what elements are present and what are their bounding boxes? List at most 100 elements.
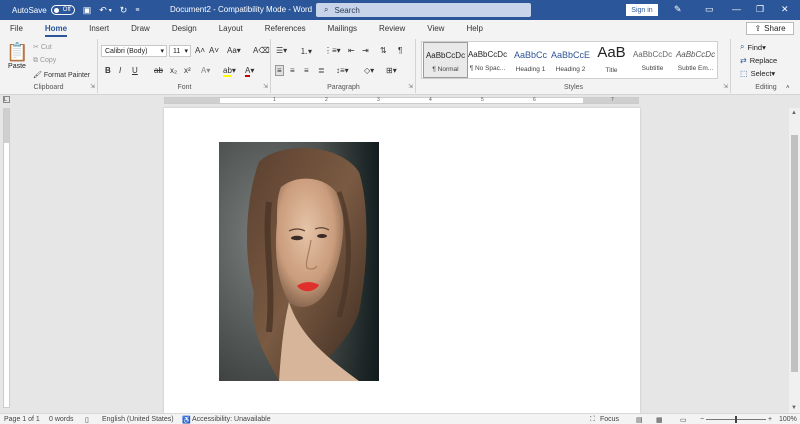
- horizontal-ruler[interactable]: 1 2 3 4 5 6 7: [164, 97, 639, 104]
- superscript-button[interactable]: x²: [184, 66, 191, 75]
- font-launcher-icon[interactable]: ⇲: [263, 83, 268, 90]
- styles-launcher-icon[interactable]: ⇲: [723, 83, 728, 90]
- style-subtitle[interactable]: AaBbCcDc Subtitle: [630, 42, 675, 78]
- cut-button[interactable]: ✂ Cut: [33, 43, 52, 51]
- redo-icon[interactable]: ↻: [120, 5, 128, 16]
- pen-icon[interactable]: ✎: [674, 4, 682, 15]
- decrease-indent-icon[interactable]: ⇤: [348, 46, 355, 55]
- tab-references[interactable]: References: [265, 24, 306, 33]
- align-center-icon[interactable]: ≡: [290, 66, 295, 75]
- share-button[interactable]: ⇪ Share: [746, 22, 794, 35]
- style-name: Subtle Em...: [677, 65, 714, 72]
- tab-design[interactable]: Design: [172, 24, 197, 33]
- justify-icon[interactable]: ≣: [318, 66, 325, 75]
- font-color-icon[interactable]: A▾: [245, 66, 254, 77]
- styles-gallery: AaBbCcDc ¶ Normal AaBbCcDc ¶ No Spac... …: [421, 41, 718, 79]
- strikethrough-button[interactable]: ab: [154, 66, 163, 75]
- style-heading-1[interactable]: AaBbCc Heading 1: [508, 42, 553, 78]
- paragraph-launcher-icon[interactable]: ⇲: [408, 83, 413, 90]
- bold-button[interactable]: B: [105, 66, 111, 75]
- undo-dropdown-icon[interactable]: ▾: [109, 7, 112, 14]
- sign-in-button[interactable]: Sign in: [626, 4, 658, 16]
- copy-button[interactable]: ⧉ Copy: [33, 57, 56, 65]
- document-page[interactable]: [164, 108, 640, 413]
- find-button[interactable]: ⌕ Find ▾: [740, 42, 766, 52]
- increase-indent-icon[interactable]: ⇥: [362, 46, 369, 55]
- minimize-icon[interactable]: —: [732, 4, 741, 14]
- sort-icon[interactable]: ⇅: [380, 46, 387, 55]
- collapse-ribbon-icon[interactable]: ˄: [786, 85, 790, 91]
- multilevel-list-icon[interactable]: ⋮≡▾: [324, 46, 341, 55]
- replace-button[interactable]: ⇄ Replace: [740, 56, 777, 65]
- subscript-button[interactable]: x₂: [170, 66, 177, 75]
- font-family-select[interactable]: Calibri (Body) ▾: [101, 45, 167, 57]
- autosave-toggle[interactable]: Off: [50, 5, 75, 15]
- tab-selector-icon[interactable]: L: [3, 96, 10, 103]
- save-icon[interactable]: ▣: [83, 5, 92, 16]
- restore-icon[interactable]: ❐: [756, 4, 764, 15]
- tab-file[interactable]: File: [10, 24, 23, 33]
- close-icon[interactable]: ✕: [781, 4, 789, 15]
- clear-formatting-icon[interactable]: A⌫: [253, 46, 270, 55]
- bullets-icon[interactable]: ☰▾: [276, 46, 287, 55]
- format-painter-button[interactable]: 🖌 Format Painter: [33, 71, 90, 79]
- align-left-icon[interactable]: ≡: [275, 65, 284, 76]
- read-mode-icon[interactable]: ▤: [636, 416, 643, 424]
- italic-button[interactable]: I: [119, 66, 121, 75]
- search-box[interactable]: ⌕ Search: [316, 3, 531, 17]
- align-right-icon[interactable]: ≡: [304, 66, 309, 75]
- borders-icon[interactable]: ⊞▾: [386, 66, 397, 75]
- paste-button[interactable]: 📋 Paste: [6, 42, 28, 70]
- zoom-in-icon[interactable]: +: [768, 416, 772, 423]
- zoom-slider[interactable]: [706, 416, 766, 423]
- page-count[interactable]: Page 1 of 1: [4, 416, 40, 423]
- tab-mailings[interactable]: Mailings: [328, 24, 357, 33]
- word-count[interactable]: 0 words: [49, 416, 74, 423]
- language-status[interactable]: English (United States): [102, 416, 174, 423]
- scrollbar-thumb[interactable]: [791, 135, 798, 372]
- customize-qat-icon[interactable]: ≡: [135, 7, 139, 14]
- line-spacing-icon[interactable]: ↕≡▾: [336, 66, 349, 75]
- select-button[interactable]: ⬚ Select ▾: [740, 69, 775, 78]
- style-heading-2[interactable]: AaBbCcE Heading 2: [548, 42, 593, 78]
- tab-layout[interactable]: Layout: [219, 24, 243, 33]
- zoom-slider-handle[interactable]: [735, 416, 737, 423]
- show-formatting-icon[interactable]: ¶: [398, 46, 402, 55]
- paragraph-group: ☰▾ ⒈▾ ⋮≡▾ ⇤ ⇥ ⇅ ¶ ≡ ≡ ≡ ≣ ↕≡▾ ◇▾ ⊞▾ Para…: [272, 39, 416, 93]
- shrink-font-icon[interactable]: A˅: [209, 46, 219, 55]
- text-effects-icon[interactable]: A▾: [201, 66, 210, 75]
- zoom-out-icon[interactable]: −: [700, 416, 704, 423]
- underline-button[interactable]: U: [132, 66, 138, 75]
- tab-review[interactable]: Review: [379, 24, 405, 33]
- tab-insert[interactable]: Insert: [89, 24, 109, 33]
- tab-help[interactable]: Help: [466, 24, 482, 33]
- print-layout-icon[interactable]: ▦: [656, 416, 663, 424]
- scroll-down-icon[interactable]: ▼: [791, 405, 797, 411]
- proofing-icon[interactable]: ▯: [85, 416, 89, 424]
- focus-button[interactable]: Focus: [600, 416, 619, 423]
- accessibility-status[interactable]: Accessibility: Unavailable: [192, 416, 271, 423]
- tab-home[interactable]: Home: [44, 24, 68, 37]
- style-normal[interactable]: AaBbCcDc ¶ Normal: [423, 42, 468, 78]
- style-preview: AaB: [597, 44, 626, 61]
- shading-icon[interactable]: ◇▾: [364, 66, 374, 75]
- portrait-image[interactable]: [219, 142, 379, 381]
- highlight-color-icon[interactable]: ab▾: [223, 66, 236, 77]
- style-title[interactable]: AaB Title: [589, 42, 634, 78]
- ribbon-display-icon[interactable]: ▭: [705, 4, 714, 15]
- tab-draw[interactable]: Draw: [131, 24, 150, 33]
- style-subtle-emphasis[interactable]: AaBbCcDc Subtle Em...: [673, 42, 718, 78]
- change-case-icon[interactable]: Aa▾: [227, 46, 241, 55]
- scroll-up-icon[interactable]: ▲: [791, 110, 797, 116]
- undo-icon[interactable]: ↶: [99, 5, 107, 16]
- vertical-ruler[interactable]: [3, 108, 10, 408]
- style-no-spacing[interactable]: AaBbCcDc ¶ No Spac...: [465, 42, 510, 78]
- grow-font-icon[interactable]: A˄: [195, 46, 205, 55]
- font-size-select[interactable]: 11 ▾: [169, 45, 191, 57]
- clipboard-launcher-icon[interactable]: ⇲: [90, 83, 95, 90]
- vertical-scrollbar[interactable]: ▲ ▼: [789, 108, 800, 413]
- zoom-level[interactable]: 100%: [779, 416, 797, 423]
- web-layout-icon[interactable]: ▭: [680, 416, 687, 424]
- tab-view[interactable]: View: [427, 24, 444, 33]
- numbering-icon[interactable]: ⒈▾: [300, 46, 312, 57]
